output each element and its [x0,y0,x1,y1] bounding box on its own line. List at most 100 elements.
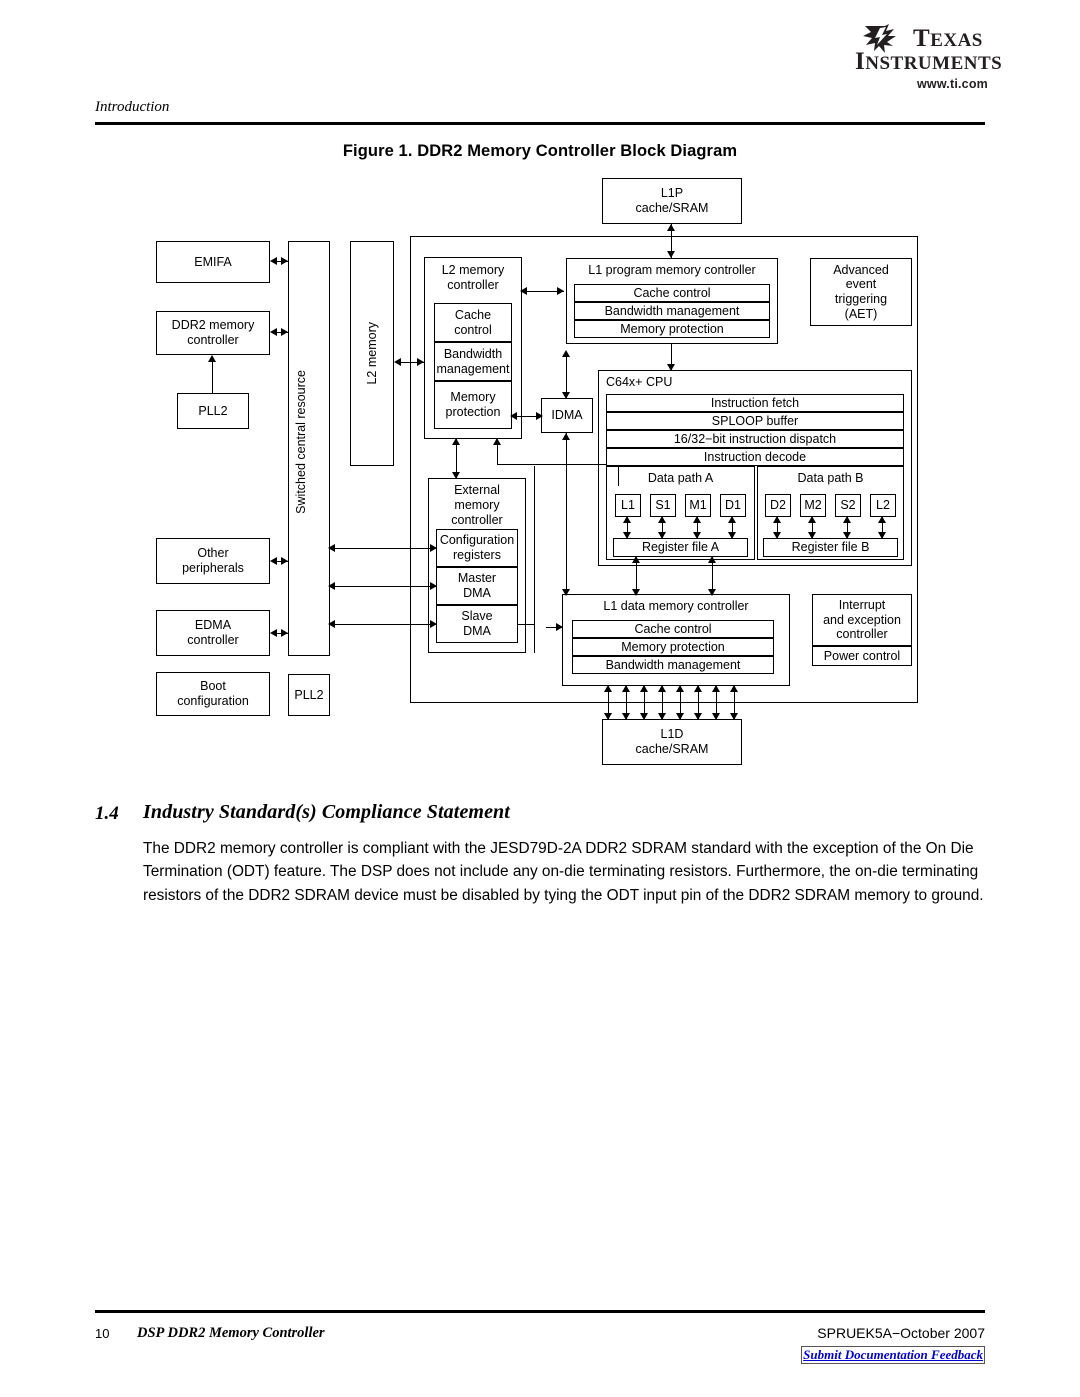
block-other-peripherals: Other peripherals [156,538,270,584]
arrow-left-extmem-1 [328,544,335,552]
l2-row-memory-protection: Memory protection [434,381,512,429]
arrow-up-m2-rfb [808,516,816,523]
arrow-down-bus-l1d-6 [694,713,702,720]
cpu-row-instruction-dispatch: 16/32−bit instruction dispatch [606,430,904,448]
header-section-label: Introduction [95,99,170,115]
ti-logo: TEXAS INSTRUMENTS www.ti.com [855,24,1060,92]
l1d-row-bandwidth-management-label: Bandwidth management [605,657,741,672]
arrow-down-l2ctrl-a [452,472,460,479]
arrow-down-l1p [667,251,675,258]
l2-row-bandwidth-management-label: Bandwidth management [436,346,510,376]
block-edma-label: EDMA controller [187,618,239,647]
arrow-right-extmem-1 [430,544,437,552]
block-pll2-lower-label: PLL2 [294,687,324,702]
unit-d2-label: D2 [770,498,786,513]
l2-row-memory-protection-label: Memory protection [445,390,501,419]
unit-l1-label: L1 [621,498,635,513]
block-pll2-upper: PLL2 [177,393,249,429]
block-aet-label: Advanced event triggering (AET) [833,262,889,321]
arrow-right-edma [281,629,288,637]
l1p-controller-title: L1 program memory controller [588,263,756,277]
arrow-left-l2prot-idma [510,412,517,420]
block-edma-controller: EDMA controller [156,610,270,656]
extmem-row-configuration-registers-label: Configuration registers [439,533,515,562]
block-other-peripherals-label: Other peripherals [182,546,244,575]
block-interrupt-exception-controller: Interrupt and exception controller [812,594,912,646]
register-file-a-label: Register file A [641,540,720,555]
arrow-right-ddr2 [281,328,288,336]
arrow-down-rfb-l1d [708,589,716,596]
unit-m1-label: M1 [689,498,707,513]
arrow-up-d1-rfa [728,516,736,523]
arrow-left-ddr2 [270,328,277,336]
unit-l1: L1 [615,494,641,517]
interrupt-controller-label: Interrupt and exception controller [823,597,901,642]
figure-title: Figure 1. DDR2 Memory Controller Block D… [342,142,738,160]
arrow-down-s1-rfa [658,532,666,539]
arrow-down-bus-l1d-3 [640,713,648,720]
arrow-up-pll2-ddr2 [208,355,216,362]
extmem-row-slave-dma-label: Slave DMA [461,609,493,638]
submit-feedback-link[interactable]: Submit Documentation Feedback [801,1346,985,1364]
l2-row-cache-control-label: Cache control [454,307,492,337]
section-title: Industry Standard(s) Compliance Statemen… [143,801,510,823]
arrow-right-extmem-3 [430,620,437,628]
arrow-up-rfa-l1d [632,556,640,563]
block-pll2-lower: PLL2 [288,674,330,716]
extmem-row-master-dma-label: Master DMA [457,571,497,600]
block-l1d-cache: L1D cache/SRAM [602,719,742,765]
arrow-left-emifa [270,257,277,265]
l1d-controller-title: L1 data memory controller [603,599,749,613]
l1d-row-cache-control-label: Cache control [634,621,712,636]
unit-d2: D2 [765,494,791,517]
arrow-up-bus-l1d-3 [640,685,648,692]
arrow-up-bus-l1d-6 [694,685,702,692]
block-power-control: Power control [812,646,912,666]
l1d-row-bandwidth-management: Bandwidth management [572,656,774,674]
arrow-up-l2ctrl-a [452,438,460,445]
block-boot-label: Boot configuration [177,679,249,708]
connector-idma-down [566,433,568,595]
arrow-right-extmem-l1d [556,623,563,631]
arrow-up-bus-l1d-8 [730,685,738,692]
unit-m2: M2 [800,494,826,517]
logo-texas: TEXAS [913,25,983,52]
block-pll2-upper-label: PLL2 [198,403,228,418]
arrow-down-l1pctrl-cpu [667,364,675,371]
arrow-up-bus-l1d-1 [604,685,612,692]
logo-instruments: INSTRUMENTS [855,48,1003,75]
arrow-up-bus-l1d-7 [712,685,720,692]
arrow-left-l2mem [394,358,401,366]
cpu-row-instruction-decode: Instruction decode [606,448,904,466]
header-rule [95,122,985,125]
arrow-up-bus-l1d-2 [622,685,630,692]
arrow-right-emifa [281,257,288,265]
block-ddr2-memory-controller: DDR2 memory controller [156,311,270,355]
cpu-row-instruction-decode-label: Instruction decode [703,449,807,464]
arrow-down-bus-l1d-2 [622,713,630,720]
arrow-down-m1-rfa [693,532,701,539]
arrow-left-extmem-3 [328,620,335,628]
arrow-down-bus-l1d-4 [658,713,666,720]
arrow-down-bus-l1d-1 [604,713,612,720]
unit-d1-label: D1 [725,498,741,513]
unit-l2-label: L2 [876,498,890,513]
arrow-right-other [281,557,288,565]
l1p-row-cache-control: Cache control [574,284,770,302]
arrow-up-s2-rfb [843,516,851,523]
scr-label: Switched central resource [294,370,308,514]
l2-controller-title: L2 memory controller [441,263,505,292]
block-l1d-cache-label: L1D cache/SRAM [635,727,709,756]
connector-extmem-right-bottom [518,624,534,626]
connector-extmem-scr-1 [330,548,436,550]
block-l1p-cache-label: L1P cache/SRAM [635,186,709,215]
l2-row-bandwidth-management: Bandwidth management [434,342,512,381]
arrow-down-l2-rfb [878,532,886,539]
data-path-a-label: Data path A [647,471,714,485]
arrow-left-extmem-2 [328,582,335,590]
block-boot-configuration: Boot configuration [156,672,270,716]
block-emifa: EMIFA [156,241,270,283]
arrow-up-bus-l1d-5 [676,685,684,692]
block-idma-label: IDMA [551,408,583,423]
arrow-down-m2-rfb [808,532,816,539]
